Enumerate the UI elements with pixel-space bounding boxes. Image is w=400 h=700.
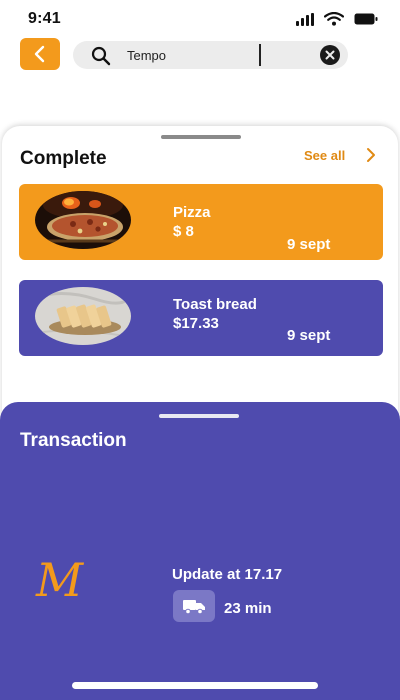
item-date: 9 sept — [287, 327, 331, 344]
update-time: Update at 17.17 — [172, 566, 283, 583]
back-arrow-icon — [34, 45, 45, 63]
drag-handle[interactable] — [161, 135, 241, 139]
text-cursor — [259, 44, 261, 66]
order-card-toast-bread[interactable]: Toast bread $17.33 9 sept — [19, 280, 383, 356]
item-title: Toast bread — [173, 296, 257, 313]
search-icon — [91, 46, 111, 66]
drag-handle[interactable] — [159, 414, 239, 418]
item-price: $17.33 — [173, 315, 219, 332]
search-bar[interactable] — [73, 41, 348, 69]
item-price: $ 8 — [173, 223, 194, 240]
svg-text:M: M — [35, 554, 85, 602]
transaction-sheet: Transaction M Update at 17.17 23 min — [0, 402, 400, 700]
item-title: Pizza — [173, 204, 211, 221]
item-date: 9 sept — [287, 236, 331, 253]
chevron-right-icon[interactable] — [365, 147, 377, 163]
status-time: 9:41 — [28, 10, 61, 27]
back-button[interactable] — [20, 38, 60, 70]
section-title: Transaction — [20, 430, 127, 451]
merchant-logo: M — [35, 554, 85, 602]
search-input[interactable] — [127, 44, 277, 66]
home-indicator[interactable] — [72, 682, 318, 689]
complete-sheet: Complete See all Pizza $ 8 9 sept Toast … — [2, 126, 398, 426]
toast-bread-image — [35, 287, 131, 345]
order-card-pizza[interactable]: Pizza $ 8 9 sept — [19, 184, 383, 260]
top-bar — [0, 38, 400, 72]
clear-search-button[interactable] — [320, 45, 340, 65]
truck-icon — [183, 600, 205, 615]
wifi-icon — [324, 12, 344, 26]
status-bar: 9:41 — [0, 0, 400, 36]
see-all-link[interactable]: See all — [304, 148, 345, 163]
battery-icon — [354, 13, 378, 25]
delivery-eta: 23 min — [224, 600, 272, 617]
status-icons — [296, 12, 378, 26]
delivery-badge — [173, 590, 215, 622]
clear-icon — [325, 50, 335, 60]
section-title: Complete — [20, 148, 107, 169]
signal-icon — [296, 12, 314, 26]
pizza-image — [35, 191, 131, 249]
